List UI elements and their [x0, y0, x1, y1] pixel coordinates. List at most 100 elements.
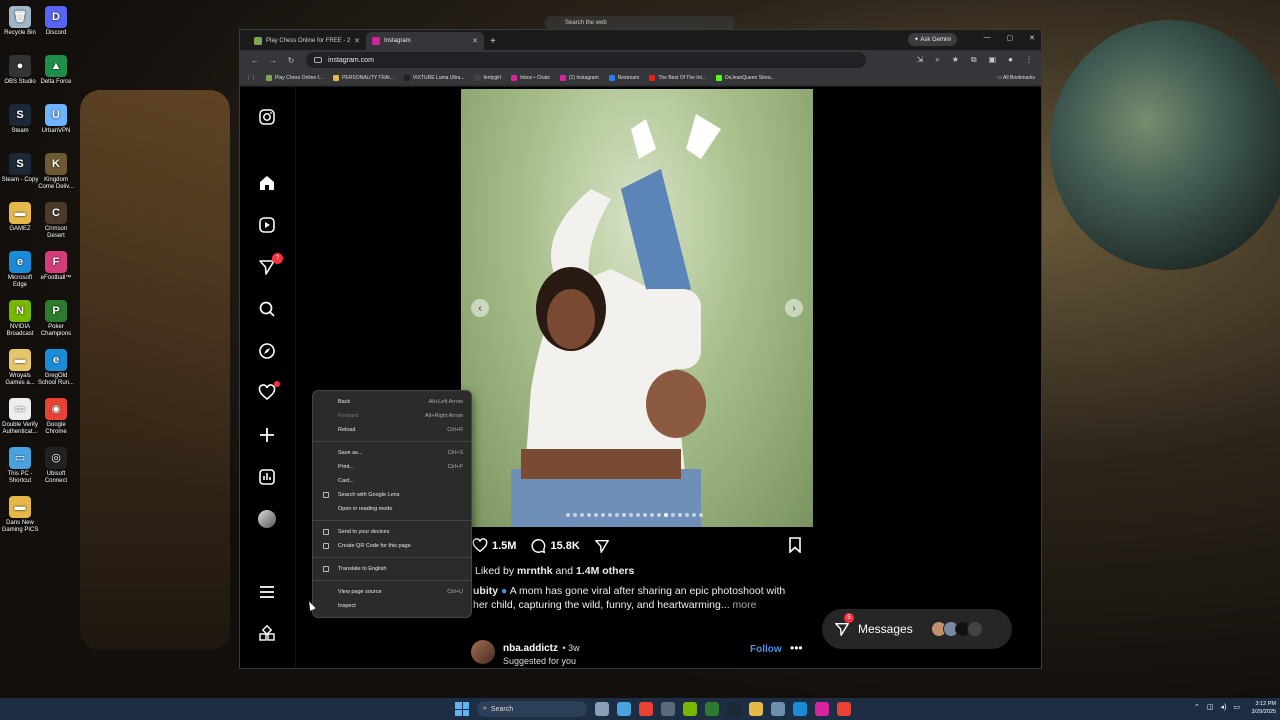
avatar[interactable]: [471, 640, 495, 664]
search-icon[interactable]: [257, 299, 277, 319]
profile-icon[interactable]: ●: [1008, 55, 1013, 65]
taskbar-app-icon[interactable]: [639, 702, 653, 716]
context-menu-item[interactable]: Cast...: [313, 474, 471, 488]
address-bar[interactable]: instagram.com: [306, 52, 866, 68]
all-bookmarks-folder[interactable]: ▭ All Bookmarks: [997, 75, 1035, 81]
forward-arrow-icon[interactable]: →: [264, 56, 282, 65]
extensions-icon[interactable]: ⧉: [971, 55, 977, 65]
desktop-icon[interactable]: ▭ Double Verify Authenticat...: [0, 398, 40, 436]
home-icon[interactable]: [257, 173, 277, 193]
desktop-icon[interactable]: K Kingdom Come Deliv...: [36, 153, 76, 191]
taskbar-app-icon[interactable]: [661, 702, 675, 716]
messages-icon[interactable]: 7: [257, 253, 283, 277]
desktop-icon[interactable]: ▬ Wroyals Games a...: [0, 349, 40, 387]
minimize-icon[interactable]: —: [984, 34, 991, 42]
profile-avatar-icon[interactable]: [257, 509, 277, 529]
suggested-username[interactable]: nba.addictz: [503, 643, 558, 654]
maximize-icon[interactable]: ▢: [1007, 34, 1014, 42]
site-info-icon[interactable]: [314, 57, 322, 63]
zoom-icon[interactable]: ⌕: [935, 55, 939, 65]
taskbar-app-icon[interactable]: [771, 702, 785, 716]
reload-icon[interactable]: ↻: [282, 56, 300, 65]
desktop-icon[interactable]: S Steam: [0, 104, 40, 135]
desktop-icon[interactable]: ● OBS Studio: [0, 55, 40, 86]
bookmark-item[interactable]: fentygirl: [474, 74, 501, 81]
menu-dots-icon[interactable]: ⋮: [1025, 55, 1033, 65]
create-plus-icon[interactable]: [257, 425, 277, 445]
dashboard-icon[interactable]: [257, 467, 277, 487]
bookmark-item[interactable]: DeJeanQueen Strea...: [716, 74, 775, 81]
clock[interactable]: 3:12 PM 3/29/2025: [1252, 700, 1276, 716]
hamburger-menu-icon[interactable]: [257, 582, 277, 602]
bookmark-item[interactable]: Restream: [608, 74, 639, 81]
close-icon[interactable]: ✕: [472, 37, 478, 45]
network-icon[interactable]: ◫: [1207, 703, 1214, 711]
context-menu-item[interactable]: Print... Ctrl+P: [313, 460, 471, 474]
explore-icon[interactable]: [257, 341, 277, 361]
context-menu-item[interactable]: Create QR Code for this page: [313, 539, 471, 553]
heart-icon[interactable]: [257, 381, 280, 403]
caption-more-link[interactable]: more: [733, 599, 757, 611]
reels-icon[interactable]: [257, 215, 277, 235]
desktop-icon[interactable]: P Poker Champions: [36, 300, 76, 338]
desktop-icon[interactable]: e GregOld School Run...: [36, 349, 76, 387]
liked-by-user[interactable]: mrnthk: [517, 565, 553, 577]
context-menu-item[interactable]: Send to your devices: [313, 525, 471, 539]
taskbar-app-icon[interactable]: [749, 702, 763, 716]
desktop-icon[interactable]: e Microsoft Edge: [0, 251, 40, 289]
taskbar-app-icon[interactable]: [705, 702, 719, 716]
context-menu-item[interactable]: Reload Ctrl+R: [313, 423, 471, 437]
bookmark-item[interactable]: (1) Instagram: [559, 74, 599, 81]
instagram-logo-icon[interactable]: [257, 107, 277, 127]
desktop-icon[interactable]: ▲ Delta Force: [36, 55, 76, 86]
messages-pill[interactable]: 5 Messages: [822, 609, 1012, 649]
close-icon[interactable]: ✕: [354, 37, 360, 45]
follow-button[interactable]: Follow: [750, 644, 782, 655]
carousel-prev-icon[interactable]: ‹: [471, 299, 489, 317]
desktop-icon[interactable]: ◎ Ubisoft Connect: [36, 447, 76, 485]
taskbar-app-icon[interactable]: [595, 702, 609, 716]
start-button[interactable]: [455, 702, 469, 716]
desktop-icon[interactable]: C Crimson Desert: [36, 202, 76, 240]
bookmark-item[interactable]: Play Chess Online f...: [266, 74, 323, 81]
desktop-icon[interactable]: ▬ GAMEZ: [0, 202, 40, 233]
sidepanel-icon[interactable]: ▣: [989, 55, 997, 65]
bookmark-item[interactable]: VIXTURE Luma Ultra...: [403, 74, 465, 81]
like-button[interactable]: 1.5M: [472, 538, 516, 554]
tab-chess[interactable]: Play Chess Online for FREE - 2 ✕: [248, 32, 366, 50]
desktop-icon[interactable]: 🗑 Recycle Bin: [0, 6, 40, 37]
context-menu-item[interactable]: Open in reading mode: [313, 502, 471, 516]
context-menu-item[interactable]: Inspect: [313, 599, 471, 613]
share-button[interactable]: [594, 538, 610, 554]
desktop-search-widget[interactable]: Search the web: [545, 16, 735, 30]
ask-gemini-button[interactable]: ✦ Ask Gemini: [907, 33, 957, 46]
install-app-icon[interactable]: ⇲: [917, 55, 924, 65]
battery-icon[interactable]: ▭: [1233, 703, 1240, 711]
desktop-icon[interactable]: ◉ Google Chrome: [36, 398, 76, 436]
taskbar-app-icon[interactable]: [727, 702, 741, 716]
desktop-icon[interactable]: FeFootball™: [36, 251, 76, 282]
bookmark-item[interactable]: The Best Of The Int...: [649, 74, 706, 81]
desktop-icon[interactable]: ▬ Dans New Gaming PICS: [0, 496, 40, 534]
star-icon[interactable]: ★: [952, 55, 959, 65]
carousel-next-icon[interactable]: ›: [785, 299, 803, 317]
more-apps-icon[interactable]: [257, 624, 277, 644]
liked-by-others[interactable]: 1.4M others: [576, 565, 634, 577]
taskbar-app-icon[interactable]: [683, 702, 697, 716]
close-window-icon[interactable]: ✕: [1029, 34, 1035, 42]
taskbar-app-icon[interactable]: [815, 702, 829, 716]
bookmark-item[interactable]: PERSONALITY TRAI...: [333, 74, 394, 81]
tab-instagram[interactable]: Instagram ✕: [366, 32, 484, 50]
taskbar-app-icon[interactable]: [793, 702, 807, 716]
new-tab-button[interactable]: +: [484, 36, 502, 50]
bookmark-item[interactable]: Inbox • Chats: [511, 74, 550, 81]
chevron-up-icon[interactable]: ⌃: [1194, 703, 1200, 711]
context-menu-item[interactable]: Save as... Ctrl+S: [313, 446, 471, 460]
context-menu-item[interactable]: Back Alt+Left Arrow: [313, 395, 471, 409]
desktop-icon[interactable]: ▭ This PC - Shortcut: [0, 447, 40, 485]
volume-icon[interactable]: ◂): [1221, 703, 1227, 711]
desktop-icon[interactable]: S Steam - Copy: [0, 153, 40, 184]
context-menu-item[interactable]: Translate to English: [313, 562, 471, 576]
apps-grid-icon[interactable]: ⋮⋮: [246, 75, 256, 81]
more-options-icon[interactable]: •••: [790, 641, 803, 655]
